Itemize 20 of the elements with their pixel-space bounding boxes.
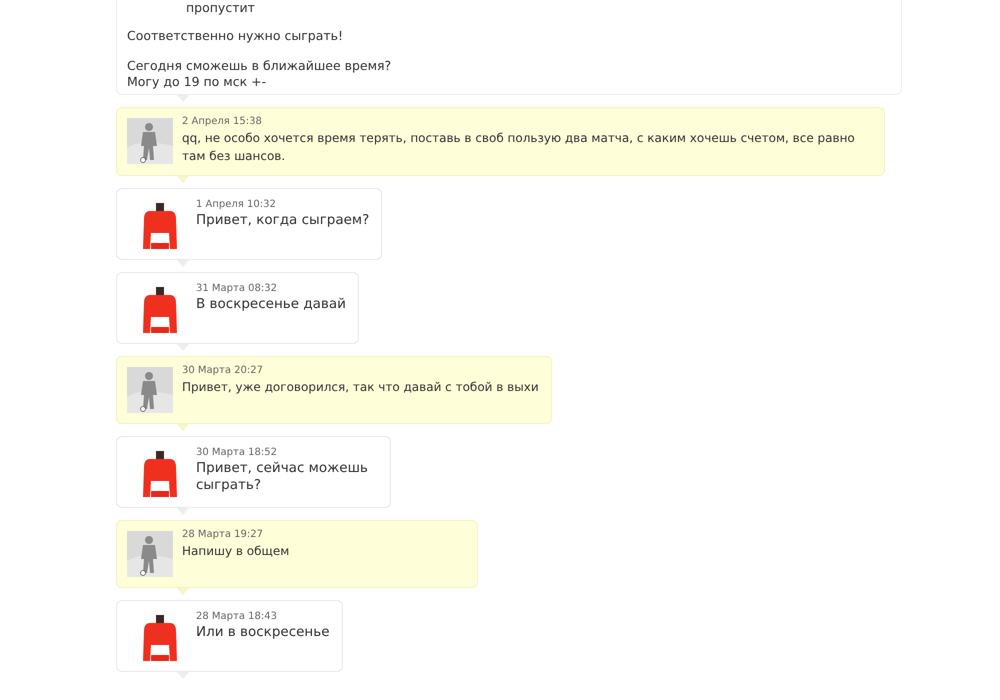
player-silhouette-avatar [127,118,173,164]
message-text: qq, не особо хочется время терять, поставь в своб пользую два матча, с каким хочешь счетом, все равно там без шансов. [182,130,856,165]
player-silhouette-avatar [127,367,173,413]
message-text: Соответственно нужно сыграть! [127,28,344,44]
player-silhouette-avatar [127,531,173,577]
message-text: Привет, сейчас можешь сыграть? [196,460,369,494]
message-timestamp: 31 Марта 08:32 [196,283,278,294]
message-text: В воскресенье давай [196,296,346,313]
message-timestamp: 2 Апреля 15:38 [182,116,263,127]
message-timestamp: 30 Марта 18:52 [196,447,278,458]
message-text: Привет, когда сыграем? [196,212,370,229]
message-timestamp: 30 Марта 20:27 [182,365,264,376]
message-timestamp: 28 Марта 18:43 [196,611,278,622]
message-text: пропустит [185,0,256,16]
message-text: Напишу в общем [182,543,290,560]
message-text: Или в воскресенье [196,624,330,641]
message-text: Сегодня сможешь в ближайшее время? Могу до 19 по мск +- [127,58,392,90]
message-timestamp: 1 Апреля 10:32 [196,199,277,210]
message-timestamp: 28 Марта 19:27 [182,529,264,540]
message-text: Привет, уже договорился, так что давай с тобой в выхи [182,379,539,396]
